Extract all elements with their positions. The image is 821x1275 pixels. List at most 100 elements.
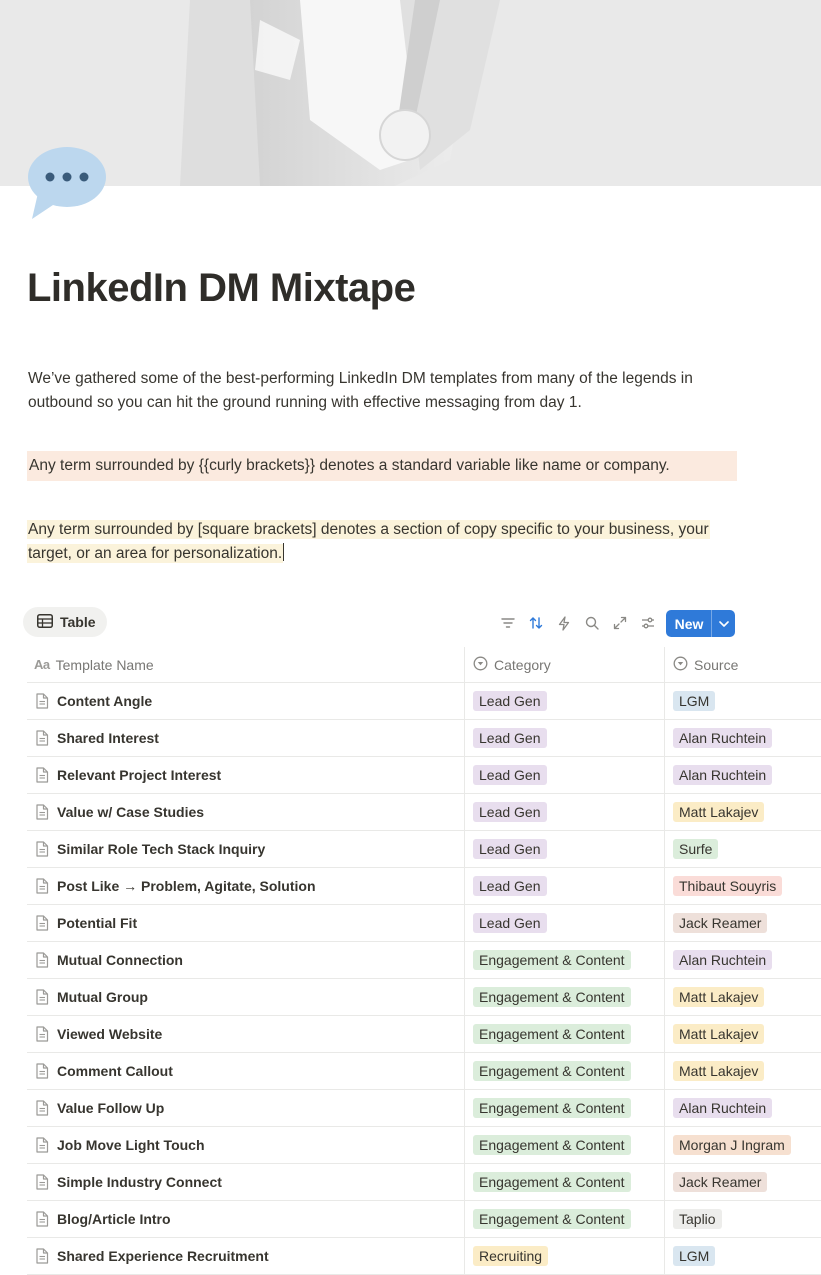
template-name-cell[interactable]: Mutual Group xyxy=(35,979,148,1015)
settings-icon[interactable] xyxy=(634,611,662,635)
template-name-cell[interactable]: Post Like → Problem, Agitate, Solution xyxy=(35,868,316,904)
page-document-icon xyxy=(35,878,49,894)
column-header-template-name[interactable]: Aa Template Name xyxy=(34,647,154,682)
category-tag: Lead Gen xyxy=(473,913,547,933)
table-row[interactable]: Value w/ Case Studies Lead Gen Matt Lakaje… xyxy=(27,794,821,831)
table-row[interactable]: Mutual Connection Engagement & Content Ala… xyxy=(27,942,821,979)
page-document-icon xyxy=(35,1174,49,1190)
table-row[interactable]: Simple Industry Connect Engagement & Cont… xyxy=(27,1164,821,1201)
new-button[interactable]: New xyxy=(666,610,735,637)
new-button-label[interactable]: New xyxy=(666,610,711,637)
table-row[interactable]: Job Move Light Touch Engagement & Content… xyxy=(27,1127,821,1164)
automation-icon[interactable] xyxy=(550,611,578,635)
template-name-cell[interactable]: Potential Fit xyxy=(35,905,137,941)
table-row[interactable]: Shared Experience Recruitment Recruiting L… xyxy=(27,1238,821,1275)
expand-icon[interactable] xyxy=(606,611,634,635)
category-cell[interactable]: Lead Gen xyxy=(473,831,547,867)
page-document-icon xyxy=(35,693,49,709)
source-tag: Matt Lakajev xyxy=(673,1024,765,1044)
table-row[interactable]: Similar Role Tech Stack Inquiry Lead Gen S… xyxy=(27,831,821,868)
chevron-down-icon[interactable] xyxy=(712,610,735,637)
category-cell[interactable]: Engagement & Content xyxy=(473,1127,631,1163)
source-cell[interactable]: Matt Lakajev xyxy=(673,979,765,1015)
category-cell[interactable]: Engagement & Content xyxy=(473,1164,631,1200)
template-name-cell[interactable]: Job Move Light Touch xyxy=(35,1127,205,1163)
source-tag: Jack Reamer xyxy=(673,913,768,933)
category-cell[interactable]: Lead Gen xyxy=(473,905,547,941)
template-name-cell[interactable]: Similar Role Tech Stack Inquiry xyxy=(35,831,265,867)
column-header-category[interactable]: Category xyxy=(473,647,551,682)
source-cell[interactable]: Matt Lakajev xyxy=(673,1053,765,1089)
template-name-cell[interactable]: Shared Experience Recruitment xyxy=(35,1238,269,1274)
source-cell[interactable]: Alan Ruchtein xyxy=(673,1090,773,1126)
table-row[interactable]: Relevant Project Interest Lead Gen Alan Ru… xyxy=(27,757,821,794)
category-cell[interactable]: Lead Gen xyxy=(473,757,547,793)
table-row[interactable]: Shared Interest Lead Gen Alan Ruchtein xyxy=(27,720,821,757)
category-cell[interactable]: Recruiting xyxy=(473,1238,549,1274)
curly-brackets-callout[interactable]: Any term surrounded by {{curly brackets}… xyxy=(27,451,737,481)
category-tag: Engagement & Content xyxy=(473,1024,631,1044)
column-header-source[interactable]: Source xyxy=(673,647,738,682)
source-cell[interactable]: Matt Lakajev xyxy=(673,794,765,830)
template-name-cell[interactable]: Relevant Project Interest xyxy=(35,757,221,793)
template-name: Viewed Website xyxy=(57,1026,163,1042)
source-cell[interactable]: Jack Reamer xyxy=(673,1164,768,1200)
intro-paragraph[interactable]: We’ve gathered some of the best-performi… xyxy=(28,367,728,415)
select-property-icon xyxy=(673,656,688,674)
template-name-cell[interactable]: Comment Callout xyxy=(35,1053,173,1089)
category-cell[interactable]: Engagement & Content xyxy=(473,942,631,978)
template-name-cell[interactable]: Content Angle xyxy=(35,683,152,719)
source-cell[interactable]: Alan Ruchtein xyxy=(673,720,773,756)
square-brackets-callout[interactable]: Any term surrounded by [square brackets]… xyxy=(27,518,735,566)
template-name-cell[interactable]: Blog/Article Intro xyxy=(35,1201,171,1237)
source-cell[interactable]: Morgan J Ingram xyxy=(673,1127,791,1163)
table-row[interactable]: Comment Callout Engagement & Content Matt … xyxy=(27,1053,821,1090)
table-row[interactable]: Mutual Group Engagement & Content Matt Lak… xyxy=(27,979,821,1016)
table-row[interactable]: Post Like → Problem, Agitate, Solution Le… xyxy=(27,868,821,905)
table-row[interactable]: Potential Fit Lead Gen Jack Reamer xyxy=(27,905,821,942)
cover-image xyxy=(0,0,821,186)
column-header-label: Template Name xyxy=(55,656,154,673)
source-cell[interactable]: Alan Ruchtein xyxy=(673,942,773,978)
table-row[interactable]: Content Angle Lead Gen LGM xyxy=(27,683,821,720)
template-name-cell[interactable]: Value Follow Up xyxy=(35,1090,164,1126)
table-view-tab[interactable]: Table xyxy=(23,607,107,637)
category-cell[interactable]: Lead Gen xyxy=(473,794,547,830)
template-name: Job Move Light Touch xyxy=(57,1137,205,1153)
source-cell[interactable]: Alan Ruchtein xyxy=(673,757,773,793)
category-cell[interactable]: Lead Gen xyxy=(473,683,547,719)
sort-icon[interactable] xyxy=(522,611,550,635)
page-title[interactable]: LinkedIn DM Mixtape xyxy=(27,266,416,311)
category-cell[interactable]: Engagement & Content xyxy=(473,1053,631,1089)
source-cell[interactable]: Jack Reamer xyxy=(673,905,768,941)
category-cell[interactable]: Engagement & Content xyxy=(473,979,631,1015)
table-row[interactable]: Viewed Website Engagement & Content Matt L… xyxy=(27,1016,821,1053)
speech-bubble-icon[interactable] xyxy=(26,145,108,221)
source-cell[interactable]: LGM xyxy=(673,1238,716,1274)
template-name-cell[interactable]: Value w/ Case Studies xyxy=(35,794,204,830)
template-name: Mutual Group xyxy=(57,989,148,1005)
category-cell[interactable]: Lead Gen xyxy=(473,868,547,904)
category-cell[interactable]: Engagement & Content xyxy=(473,1016,631,1052)
category-tag: Recruiting xyxy=(473,1246,549,1266)
template-name-cell[interactable]: Viewed Website xyxy=(35,1016,162,1052)
square-brackets-callout-text: Any term surrounded by [square brackets]… xyxy=(27,520,710,563)
source-cell[interactable]: Taplio xyxy=(673,1201,722,1237)
category-cell[interactable]: Engagement & Content xyxy=(473,1201,631,1237)
search-icon[interactable] xyxy=(578,611,606,635)
source-cell[interactable]: Matt Lakajev xyxy=(673,1016,765,1052)
source-cell[interactable]: Thibaut Souyris xyxy=(673,868,783,904)
category-cell[interactable]: Engagement & Content xyxy=(473,1090,631,1126)
table-row[interactable]: Blog/Article Intro Engagement & Content Ta… xyxy=(27,1201,821,1238)
table-row[interactable]: Value Follow Up Engagement & Content Alan … xyxy=(27,1090,821,1127)
template-name-cell[interactable]: Shared Interest xyxy=(35,720,159,756)
filter-icon[interactable] xyxy=(494,611,522,635)
category-cell[interactable]: Lead Gen xyxy=(473,720,547,756)
database-toolbar xyxy=(494,611,662,635)
template-name-cell[interactable]: Mutual Connection xyxy=(35,942,183,978)
template-name-cell[interactable]: Simple Industry Connect xyxy=(35,1164,222,1200)
source-cell[interactable]: LGM xyxy=(673,683,716,719)
page-document-icon xyxy=(35,730,49,746)
category-tag: Engagement & Content xyxy=(473,1135,631,1155)
source-cell[interactable]: Surfe xyxy=(673,831,719,867)
